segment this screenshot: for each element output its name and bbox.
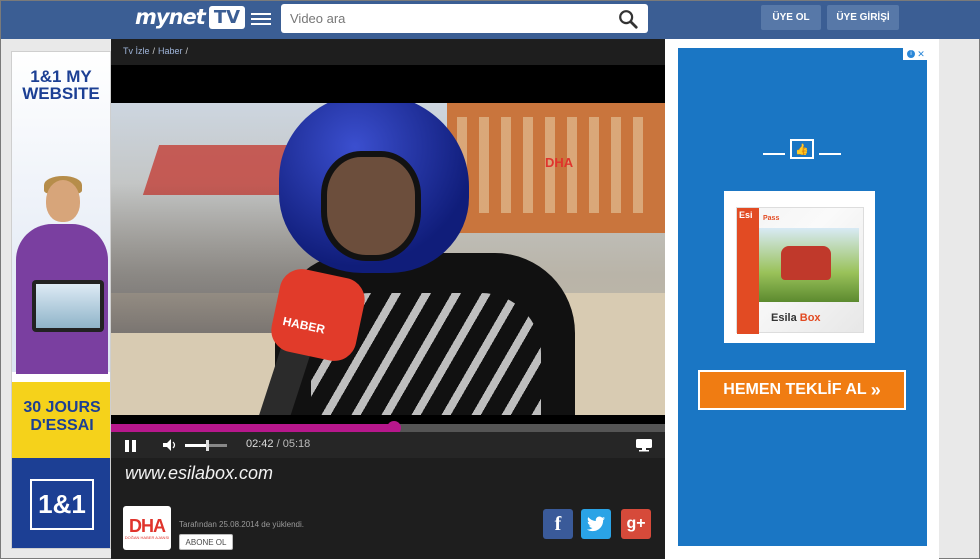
mynet-tv-logo[interactable]: mynet TV [135,5,246,29]
subscribe-button[interactable]: ABONE OL [179,534,233,550]
search-input[interactable] [290,8,610,28]
ad-logo-text: 1&1 [30,478,94,530]
search-bar [281,4,648,33]
time-display: 02:42 / 05:18 [246,438,310,450]
twitter-bird-icon [587,516,605,532]
thumbs-up-icon: 👍 [790,139,814,159]
channel-logo[interactable]: DHA DOĞAN HABER AJANSI [123,506,171,550]
ad-promo-text: 30 JOURS D'ESSAI [12,382,110,458]
product-brand: Esi [739,210,753,220]
pause-icon[interactable] [125,439,141,453]
atv-image [781,246,831,280]
ad-hero: 1&1 MY WEBSITE [12,52,110,374]
googleplus-share-button[interactable]: g+ [621,509,651,539]
login-button[interactable]: ÜYE GİRİŞİ [827,5,899,30]
breadcrumb-separator: / [152,46,156,56]
video-player[interactable]: DHA [111,65,665,427]
product-box: Esi Pass Esila Box [736,207,864,334]
twitter-share-button[interactable] [581,509,611,539]
current-time: 02:42 [246,438,274,450]
video-title: www.esilabox.com [125,463,274,483]
top-header: mynet TV ÜYE OL ÜYE GİRİŞİ [1,1,980,39]
search-icon[interactable] [617,8,639,30]
ad-brand-text: 1&1 MY WEBSITE [22,67,100,103]
volume-icon[interactable] [163,439,177,451]
upload-info: Tarafından 25.08.2014 de yüklendi. [179,520,304,529]
product-name: Esila Box [771,312,821,324]
ad-logo: 1&1 [12,458,110,548]
channel-logo-text: DHA [129,515,166,536]
progress-fill [111,424,394,432]
double-chevron-right-icon: » [870,379,881,400]
product-name-1: Esila [771,312,797,324]
product-pass: Pass [763,215,780,222]
volume-slider[interactable] [185,440,227,451]
logo-tv-badge: TV [208,5,246,29]
logo-text: mynet [135,5,206,29]
get-offer-button[interactable]: HEMEN TEKLİF AL » [698,370,906,410]
ad-person-head [46,180,80,222]
video-frame[interactable]: DHA [111,103,665,415]
ad-choices-icon[interactable]: i ✕ [903,48,927,60]
right-advertisement[interactable]: i ✕ 👍 Esi Pass Esila Box HEMEN TEKLİF AL … [678,48,927,546]
scene-face [321,151,421,261]
product-box-side [737,208,759,334]
ad-like-row: 👍 [763,137,841,161]
duration: 05:18 [282,438,311,450]
product-name-2: Box [799,312,821,324]
ad-line-right [819,153,841,155]
ad-tablet-image [32,280,104,332]
breadcrumb-separator: / [185,46,189,56]
left-advertisement[interactable]: 1&1 MY WEBSITE 30 JOURS D'ESSAI 1&1 [11,51,111,549]
fullscreen-icon[interactable] [635,438,653,452]
progress-bar[interactable] [111,421,665,435]
ad-product-image[interactable]: Esi Pass Esila Box [724,191,875,343]
cta-label: HEMEN TEKLİF AL [723,381,867,398]
breadcrumb-tv-izle[interactable]: Tv İzle [123,46,150,56]
breadcrumb: Tv İzle / Haber / [111,39,665,65]
ad-line-left [763,153,785,155]
register-button[interactable]: ÜYE OL [761,5,821,30]
video-column: Tv İzle/Haber/ DHA 0 [111,39,665,559]
video-watermark: DHA [545,155,574,170]
time-separator: / [276,438,280,450]
channel-logo-subtext: DOĞAN HABER AJANSI [124,534,170,540]
volume-fill [185,444,206,447]
volume-handle[interactable] [206,440,209,451]
menu-icon[interactable] [251,10,271,28]
facebook-share-button[interactable]: f [543,509,573,539]
player-controls: 02:42 / 05:18 [111,432,665,458]
breadcrumb-haber[interactable]: Haber [158,46,183,56]
